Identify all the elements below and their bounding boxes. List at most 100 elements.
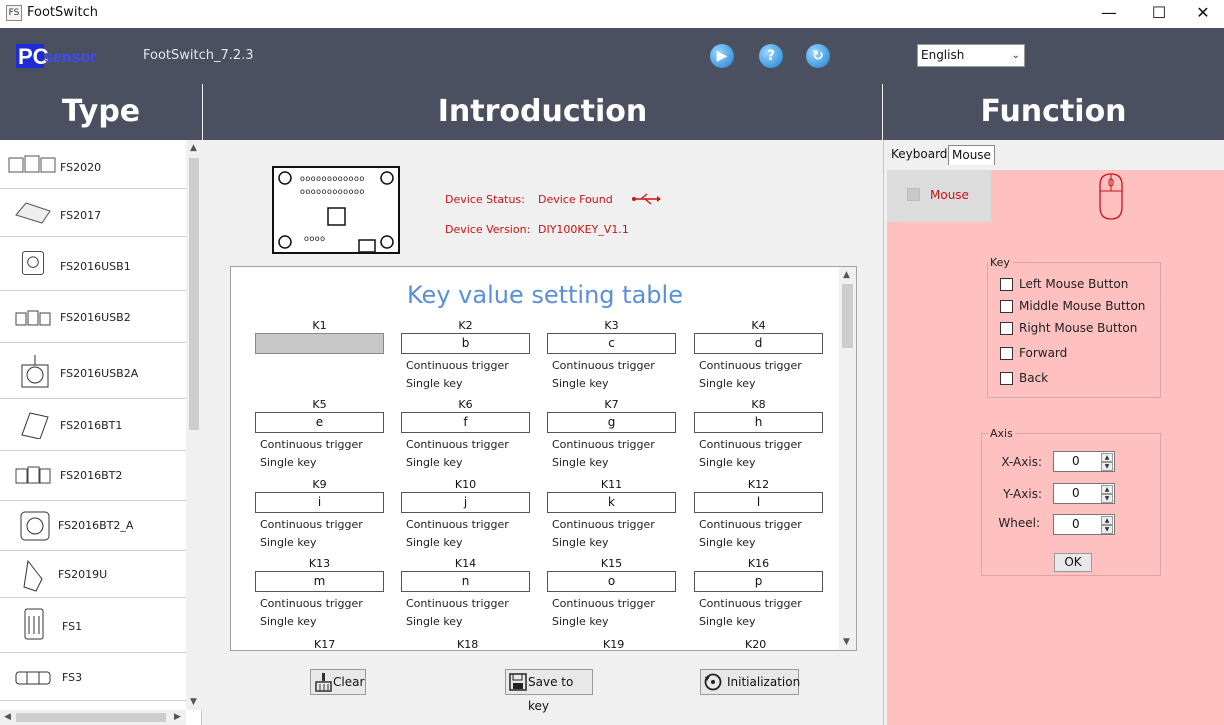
key-value-input[interactable]: l — [694, 492, 823, 513]
scroll-up-icon[interactable]: ▲ — [190, 143, 197, 153]
trigger-mode-option[interactable]: Continuous trigger — [552, 438, 655, 451]
mouse-mode-indicator[interactable] — [907, 188, 920, 201]
key-value-input[interactable]: h — [694, 412, 823, 433]
trigger-mode-option[interactable]: Continuous trigger — [699, 438, 802, 451]
trigger-mode-option[interactable]: Continuous trigger — [552, 359, 655, 372]
trigger-mode-option[interactable]: Continuous trigger — [699, 359, 802, 372]
spin-up-icon[interactable]: ▲ — [1101, 516, 1113, 525]
key-mode-option[interactable]: Single key — [260, 456, 317, 469]
key-mode-option[interactable]: Single key — [699, 377, 756, 390]
trigger-mode-option[interactable]: Continuous trigger — [699, 518, 802, 531]
key-label: K3 — [604, 319, 619, 332]
key-mode-option[interactable]: Single key — [699, 456, 756, 469]
type-scroll-thumb[interactable] — [189, 158, 199, 430]
play-icon[interactable]: ▶ — [710, 44, 734, 68]
type-item-fs2020[interactable]: FS2020 — [0, 140, 186, 189]
key-value-input[interactable]: p — [694, 571, 823, 592]
key-mode-option[interactable]: Single key — [552, 536, 609, 549]
ok-button[interactable]: OK — [1054, 553, 1092, 572]
initialization-button[interactable]: Initialization — [700, 669, 800, 695]
y-axis-input[interactable]: 0 ▲ ▼ — [1053, 483, 1115, 504]
key-mode-option[interactable]: Single key — [406, 536, 463, 549]
trigger-mode-option[interactable]: Continuous trigger — [406, 359, 509, 372]
spin-up-icon[interactable]: ▲ — [1101, 453, 1113, 462]
trigger-mode-option[interactable]: Continuous trigger — [406, 438, 509, 451]
trigger-mode-option[interactable]: Continuous trigger — [552, 597, 655, 610]
x-axis-input[interactable]: 0 ▲ ▼ — [1053, 451, 1115, 472]
trigger-mode-option[interactable]: Continuous trigger — [406, 597, 509, 610]
wheel-input[interactable]: 0 ▲ ▼ — [1053, 514, 1115, 535]
key-mode-option[interactable]: Single key — [260, 536, 317, 549]
key-value-input[interactable] — [255, 333, 384, 354]
trigger-mode-option[interactable]: Continuous trigger — [552, 518, 655, 531]
key-value-input[interactable]: i — [255, 492, 384, 513]
footswitch-triple-icon — [15, 466, 51, 484]
key-mode-option[interactable]: Single key — [552, 615, 609, 628]
type-item-fs1[interactable]: FS1 — [0, 598, 186, 653]
key-value-input[interactable]: b — [401, 333, 530, 354]
key-value-input[interactable]: j — [401, 492, 530, 513]
scroll-left-icon[interactable]: ◀ — [4, 712, 11, 722]
trigger-mode-option[interactable]: Continuous trigger — [406, 518, 509, 531]
refresh-icon[interactable]: ↻ — [806, 44, 830, 68]
scroll-down-icon[interactable]: ▼ — [190, 697, 197, 707]
key-value-input[interactable]: m — [255, 571, 384, 592]
type-item-fs2017[interactable]: FS2017 — [0, 189, 186, 237]
help-icon[interactable]: ? — [759, 44, 783, 68]
key-value-input[interactable]: k — [547, 492, 676, 513]
key-mode-option[interactable]: Single key — [406, 456, 463, 469]
spin-up-icon[interactable]: ▲ — [1101, 485, 1113, 494]
trigger-mode-option[interactable]: Continuous trigger — [260, 438, 363, 451]
key-mode-option[interactable]: Single key — [699, 615, 756, 628]
key-value-input[interactable]: d — [694, 333, 823, 354]
key-mode-option[interactable]: Single key — [552, 377, 609, 390]
key-value-input[interactable]: o — [547, 571, 676, 592]
axis-group-title: Axis — [988, 427, 1015, 440]
left-mouse-button-checkbox[interactable] — [1000, 278, 1013, 291]
type-item-fs3[interactable]: FS3 — [0, 653, 186, 701]
key-value-input[interactable]: n — [401, 571, 530, 592]
key-table-scroll-thumb[interactable] — [842, 284, 853, 348]
forward-checkbox[interactable] — [1000, 347, 1013, 360]
minimize-button[interactable]: — — [1086, 0, 1132, 28]
type-item-fs2016bt2[interactable]: FS2016BT2 — [0, 451, 186, 501]
tab-mouse[interactable]: Mouse — [948, 145, 995, 165]
back-checkbox[interactable] — [1000, 372, 1013, 385]
mouse-mode-row[interactable]: Mouse — [887, 170, 991, 222]
key-mode-option[interactable]: Single key — [406, 615, 463, 628]
key-mode-option[interactable]: Single key — [406, 377, 463, 390]
spin-down-icon[interactable]: ▼ — [1101, 525, 1113, 534]
spin-down-icon[interactable]: ▼ — [1101, 462, 1113, 471]
language-select[interactable]: English ⌄ — [917, 44, 1025, 67]
type-item-fs2016usb1[interactable]: FS2016USB1 — [0, 237, 186, 291]
scroll-down-icon[interactable]: ▼ — [843, 637, 850, 647]
key-mode-option[interactable]: Single key — [699, 536, 756, 549]
tab-keyboard[interactable]: Keyboard — [888, 145, 950, 165]
scroll-up-icon[interactable]: ▲ — [843, 270, 850, 280]
key-value-input[interactable]: g — [547, 412, 676, 433]
type-label: FS1 — [62, 620, 83, 633]
key-mode-option[interactable]: Single key — [552, 456, 609, 469]
trigger-mode-option[interactable]: Continuous trigger — [260, 597, 363, 610]
middle-mouse-button-checkbox[interactable] — [1000, 300, 1013, 313]
key-value-input[interactable]: c — [547, 333, 676, 354]
spin-down-icon[interactable]: ▼ — [1101, 494, 1113, 503]
type-item-fs2016usb2a[interactable]: FS2016USB2A — [0, 343, 186, 399]
scroll-right-icon[interactable]: ▶ — [174, 712, 181, 722]
type-item-fs2016usb2[interactable]: FS2016USB2 — [0, 291, 186, 343]
trigger-mode-option[interactable]: Continuous trigger — [260, 518, 363, 531]
footswitch-tilted-icon — [21, 412, 49, 439]
type-item-fs2019u[interactable]: FS2019U — [0, 551, 186, 598]
maximize-button[interactable]: ☐ — [1136, 0, 1182, 28]
trigger-mode-option[interactable]: Continuous trigger — [699, 597, 802, 610]
right-mouse-button-checkbox[interactable] — [1000, 322, 1013, 335]
type-hscroll-thumb[interactable] — [16, 713, 166, 722]
type-item-fs2016bt1[interactable]: FS2016BT1 — [0, 399, 186, 451]
save-to-key-button[interactable]: Save to key — [505, 669, 593, 713]
key-value-input[interactable]: e — [255, 412, 384, 433]
type-item-fs2016bt2a[interactable]: FS2016BT2_A — [0, 501, 186, 551]
key-value-input[interactable]: f — [401, 412, 530, 433]
clear-button[interactable]: Clear — [310, 669, 366, 695]
close-button[interactable]: ✕ — [1180, 0, 1224, 28]
key-mode-option[interactable]: Single key — [260, 615, 317, 628]
